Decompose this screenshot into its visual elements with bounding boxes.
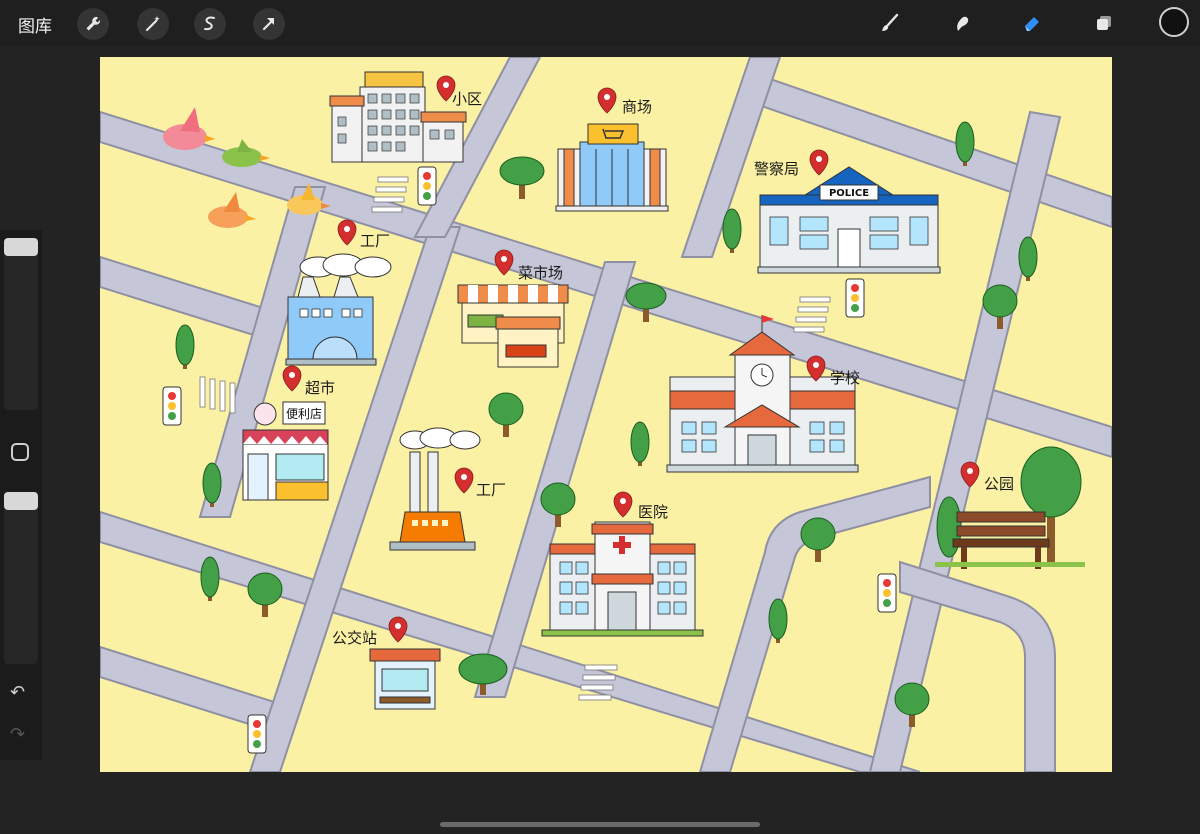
traffic-light xyxy=(417,166,437,206)
tree xyxy=(800,517,836,562)
police-building: POLICE xyxy=(757,166,941,274)
redo-icon[interactable]: ↷ xyxy=(10,724,25,745)
label-hospital: 医院 xyxy=(638,503,669,521)
pin-icon xyxy=(282,365,302,392)
drawing-canvas[interactable]: POLICE 便利店 小区 商场 警察局 工厂 菜市场 超市 学校 工厂 医院 … xyxy=(100,57,1112,772)
magic-wand-icon[interactable] xyxy=(137,8,169,40)
modify-button[interactable] xyxy=(11,443,29,461)
label-factory-bottom: 工厂 xyxy=(476,481,507,499)
layers-icon[interactable] xyxy=(1087,6,1121,40)
wrench-icon[interactable] xyxy=(77,8,109,40)
label-school: 学校 xyxy=(830,369,861,387)
store-sign-text: 便利店 xyxy=(286,407,322,421)
label-residential: 小区 xyxy=(452,90,483,108)
traffic-light xyxy=(877,573,897,613)
label-park: 公园 xyxy=(984,475,1015,493)
tree xyxy=(247,572,283,617)
tree xyxy=(175,324,195,369)
undo-icon[interactable]: ↶ xyxy=(10,682,25,703)
pin-icon xyxy=(454,467,474,494)
pin-icon xyxy=(597,87,617,114)
bus-stop-shelter xyxy=(369,648,441,710)
brush-icon[interactable] xyxy=(873,6,907,40)
traffic-light xyxy=(845,278,865,318)
label-supermarket: 超市 xyxy=(305,379,336,397)
label-police-station: 警察局 xyxy=(754,160,800,178)
transform-arrow-icon[interactable] xyxy=(253,8,285,40)
tree xyxy=(200,556,220,601)
factory-top-building xyxy=(285,253,392,366)
pin-icon xyxy=(494,249,514,276)
pin-icon xyxy=(388,616,408,643)
smudge-icon[interactable] xyxy=(945,6,979,40)
top-toolbar: 图库 xyxy=(0,0,1200,46)
gallery-button[interactable]: 图库 xyxy=(18,12,52,37)
left-sidebar xyxy=(0,230,42,760)
vegetable-market-stall xyxy=(457,284,569,368)
pin-icon xyxy=(337,219,357,246)
traffic-light xyxy=(162,386,182,426)
tree xyxy=(499,156,545,199)
road-left-mid xyxy=(100,255,261,339)
police-sign-text: POLICE xyxy=(829,188,869,199)
eraser-icon[interactable] xyxy=(1015,6,1049,40)
bird-orange-icon xyxy=(208,192,256,228)
brush-size-knob[interactable] xyxy=(4,238,38,256)
label-mall: 商场 xyxy=(622,98,653,116)
label-bus-stop: 公交站 xyxy=(332,629,378,647)
map-illustration: POLICE 便利店 xyxy=(100,57,1112,772)
label-market: 菜市场 xyxy=(518,264,564,282)
color-icon[interactable] xyxy=(1159,7,1189,37)
brush-size-slider[interactable] xyxy=(4,238,38,410)
tree xyxy=(722,208,742,253)
label-factory-top: 工厂 xyxy=(360,232,391,250)
pin-icon xyxy=(809,149,829,176)
opacity-knob[interactable] xyxy=(4,492,38,510)
pin-icon xyxy=(613,491,633,518)
home-indicator xyxy=(440,822,760,827)
opacity-slider[interactable] xyxy=(4,492,38,664)
mall-building xyxy=(555,123,669,212)
bird-pink-icon xyxy=(163,107,215,150)
hospital-building xyxy=(541,521,704,637)
traffic-light xyxy=(247,714,267,754)
tree xyxy=(630,421,650,466)
supermarket-building: 便利店 xyxy=(242,401,329,501)
tree xyxy=(488,392,524,437)
selection-icon[interactable] xyxy=(194,8,226,40)
